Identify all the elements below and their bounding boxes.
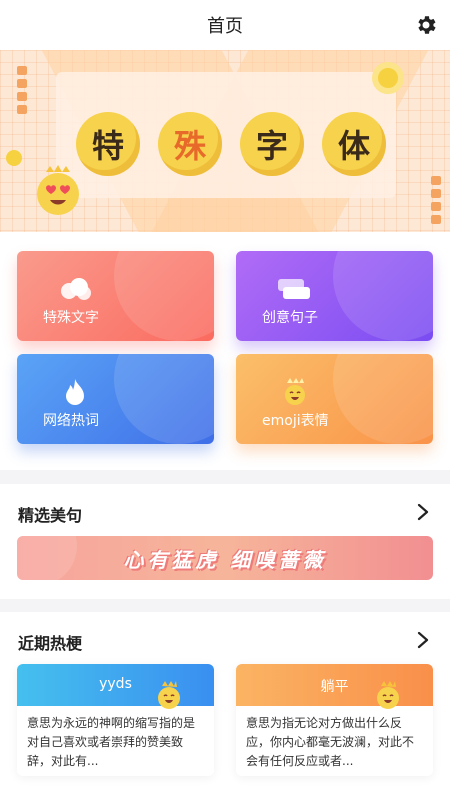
hot-memes-section: 近期热梗 yyds 意思为永远的神啊的缩写指的是对自己喜欢或者崇拜的赞美致辞，对… <box>0 612 450 800</box>
tile-decoration <box>333 354 433 444</box>
banner-glyph: 字 <box>240 112 304 176</box>
smiley-crown-icon <box>158 681 180 709</box>
page-title: 首页 <box>207 16 243 37</box>
section-title: 精选美句 <box>18 506 83 525</box>
gear-icon[interactable] <box>414 13 438 37</box>
section-title: 近期热梗 <box>18 634 83 653</box>
hot-meme-term: 躺平 <box>320 679 349 695</box>
banner-decoration <box>431 176 441 224</box>
banner-glyph: 特 <box>76 112 140 176</box>
tile-decoration <box>114 251 214 341</box>
banner-glyph: 体 <box>322 112 386 176</box>
cloud-icon <box>61 278 91 300</box>
chevron-right-icon[interactable] <box>416 630 430 650</box>
banner-decoration <box>372 62 404 94</box>
feature-grid: 特殊文字 创意句子 网络热词 emoji表情 <box>0 232 450 470</box>
tile-label: 特殊文字 <box>43 310 99 326</box>
hot-meme-description: 意思为指无论对方做出什么反应，你内心都毫无波澜，对此不会有任何反应或者... <box>246 716 415 768</box>
tile-creative-sentences[interactable]: 创意句子 <box>236 251 433 341</box>
featured-quotes-section: 精选美句 心有猛虎 细嗅蔷薇 <box>0 484 450 599</box>
hot-meme-card-header: 躺平 <box>236 664 433 709</box>
tile-label: emoji表情 <box>262 413 329 429</box>
hot-meme-card[interactable]: 躺平 意思为指无论对方做出什么反应，你内心都毫无波澜，对此不会有任何反应或者..… <box>236 664 433 776</box>
hot-meme-term: yyds <box>99 676 132 692</box>
hot-meme-card[interactable]: yyds 意思为永远的神啊的缩写指的是对自己喜欢或者崇拜的赞美致辞，对此有... <box>17 664 214 776</box>
top-bar: 首页 <box>0 0 450 50</box>
tile-label: 创意句子 <box>262 310 318 326</box>
banner-glyph: 殊 <box>158 112 222 176</box>
tile-label: 网络热词 <box>43 413 99 429</box>
tile-internet-slang[interactable]: 网络热词 <box>17 354 214 444</box>
tile-special-text[interactable]: 特殊文字 <box>17 251 214 341</box>
banner-glyphs: 特 殊 字 体 <box>76 112 386 176</box>
cards-icon <box>278 279 310 299</box>
hot-meme-description: 意思为永远的神啊的缩写指的是对自己喜欢或者崇拜的赞美致辞，对此有... <box>27 716 196 768</box>
banner-decoration <box>6 150 22 166</box>
banner-decoration <box>17 66 27 114</box>
tile-decoration <box>333 251 433 341</box>
featured-quote-banner[interactable]: 心有猛虎 细嗅蔷薇 <box>17 536 433 580</box>
tile-decoration <box>114 354 214 444</box>
flame-icon <box>66 379 84 405</box>
featured-quote-text: 心有猛虎 细嗅蔷薇 <box>123 547 327 572</box>
banner-decoration <box>17 536 77 580</box>
tile-emoji[interactable]: emoji表情 <box>236 354 433 444</box>
heart-eyes-emoji-icon <box>37 165 79 215</box>
smiley-crown-icon <box>285 378 305 405</box>
hot-meme-card-header: yyds <box>17 664 214 709</box>
promo-banner[interactable]: 特 殊 字 体 <box>0 50 450 232</box>
smiley-crown-icon <box>377 681 399 709</box>
chevron-right-icon[interactable] <box>416 502 430 522</box>
